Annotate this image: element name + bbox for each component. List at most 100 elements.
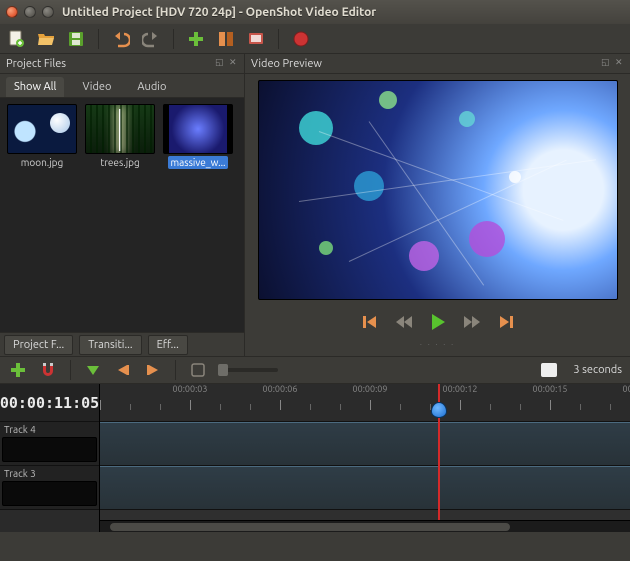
next-marker-button[interactable] <box>143 360 163 380</box>
playhead-timecode: 00:00:11:05 <box>0 384 99 422</box>
ruler-label: 00:00:03 <box>173 384 208 394</box>
skip-end-icon <box>497 313 515 331</box>
tab-transitions[interactable]: Transiti... <box>79 335 141 355</box>
jump-end-button[interactable] <box>496 312 516 332</box>
thumbnail-label: massive_w... <box>168 156 227 169</box>
preview-orb <box>379 91 397 109</box>
ruler-ticks <box>100 400 630 422</box>
preview-orb <box>409 241 439 271</box>
folder-open-icon <box>37 30 55 48</box>
track-label: Track 4 <box>4 424 36 435</box>
import-files-button[interactable] <box>186 29 206 49</box>
preview-orb <box>299 111 333 145</box>
plus-icon <box>187 30 205 48</box>
filter-tab-video[interactable]: Video <box>74 77 119 97</box>
center-playhead-button[interactable] <box>188 360 208 380</box>
skip-start-icon <box>361 313 379 331</box>
toolbar-separator <box>175 360 176 380</box>
timeline-tracks[interactable] <box>100 422 630 520</box>
ruler-label: 00:00:15 <box>533 384 568 394</box>
snapping-toggle[interactable] <box>38 360 58 380</box>
arrow-right-icon <box>145 362 161 378</box>
choose-profile-button[interactable] <box>216 29 236 49</box>
add-marker-button[interactable] <box>83 360 103 380</box>
rewind-button[interactable] <box>394 312 414 332</box>
filter-tab-show-all[interactable]: Show All <box>6 77 64 97</box>
new-project-button[interactable] <box>6 29 26 49</box>
undo-button[interactable] <box>111 29 131 49</box>
scrollbar-thumb[interactable] <box>110 523 510 531</box>
timeline-toolbar: 3 seconds <box>0 356 630 384</box>
filter-tab-audio[interactable]: Audio <box>129 77 174 97</box>
fullscreen-icon <box>247 30 265 48</box>
toolbar-separator <box>98 29 99 49</box>
save-icon <box>67 30 85 48</box>
video-preview-pane: Video Preview ◱ ✕ <box>245 54 630 356</box>
jump-start-button[interactable] <box>360 312 380 332</box>
window-close-button[interactable] <box>6 6 18 18</box>
window-title: Untitled Project [HDV 720 24p] - OpenSho… <box>62 6 376 19</box>
zoom-slider[interactable] <box>218 368 278 372</box>
thumbnail-image <box>7 104 77 154</box>
workspace: Project Files ◱ ✕ Show All Video Audio m… <box>0 54 630 356</box>
fast-forward-icon <box>463 313 481 331</box>
playhead-knob[interactable] <box>431 402 447 418</box>
window-minimize-button[interactable] <box>24 6 36 18</box>
previous-marker-button[interactable] <box>113 360 133 380</box>
play-button[interactable] <box>428 312 448 332</box>
fullscreen-button[interactable] <box>246 29 266 49</box>
project-file-item-selected[interactable]: massive_w... <box>162 104 234 169</box>
add-track-button[interactable] <box>8 360 28 380</box>
main-toolbar <box>0 24 630 54</box>
video-preview-header: Video Preview ◱ ✕ <box>245 54 630 74</box>
zoom-scale-icon <box>541 363 557 377</box>
pane-close-button[interactable]: ✕ <box>229 59 238 68</box>
tab-effects[interactable]: Eff... <box>148 335 188 355</box>
file-new-icon <box>7 30 25 48</box>
track-thumbnail <box>2 481 97 506</box>
thumbnail-image <box>85 104 155 154</box>
timeline-track[interactable] <box>100 466 630 510</box>
video-preview-body <box>245 74 630 340</box>
redo-button[interactable] <box>141 29 161 49</box>
track-header[interactable]: Track 3 <box>0 466 99 510</box>
project-file-item[interactable]: trees.jpg <box>84 104 156 169</box>
play-icon <box>428 312 448 332</box>
timeline-horizontal-scrollbar[interactable] <box>100 520 630 532</box>
center-icon <box>191 363 205 377</box>
rewind-icon <box>395 313 413 331</box>
toolbar-separator <box>278 29 279 49</box>
magnet-icon <box>39 361 57 379</box>
timeline-canvas[interactable]: 00:00:03 00:00:06 00:00:09 00:00:12 00:0… <box>100 384 630 532</box>
ruler-label: 00:00:06 <box>263 384 298 394</box>
project-files-pane: Project Files ◱ ✕ Show All Video Audio m… <box>0 54 245 356</box>
arrow-left-icon <box>115 362 131 378</box>
track-header[interactable]: Track 4 <box>0 422 99 466</box>
preview-orb <box>469 221 505 257</box>
playhead[interactable] <box>438 384 440 520</box>
timeline-ruler[interactable]: 00:00:03 00:00:06 00:00:09 00:00:12 00:0… <box>100 384 630 422</box>
undo-icon <box>112 30 130 48</box>
video-preview-canvas[interactable] <box>258 80 618 300</box>
pane-float-button[interactable]: ◱ <box>215 59 224 68</box>
window-maximize-button[interactable] <box>42 6 54 18</box>
preview-orb <box>354 171 384 201</box>
timeline-track[interactable] <box>100 422 630 466</box>
pane-float-button[interactable]: ◱ <box>601 59 610 68</box>
pane-close-button[interactable]: ✕ <box>615 59 624 68</box>
fast-forward-button[interactable] <box>462 312 482 332</box>
pane-resize-grip[interactable]: · · · · · <box>245 340 630 348</box>
project-files-filter-tabs: Show All Video Audio <box>0 74 244 98</box>
save-project-button[interactable] <box>66 29 86 49</box>
project-file-item[interactable]: moon.jpg <box>6 104 78 169</box>
open-project-button[interactable] <box>36 29 56 49</box>
preview-orb <box>319 241 333 255</box>
zoom-scale-label: 3 seconds <box>573 364 622 376</box>
export-video-button[interactable] <box>291 29 311 49</box>
project-files-list[interactable]: moon.jpg trees.jpg massive_w... <box>0 98 244 332</box>
project-files-header: Project Files ◱ ✕ <box>0 54 244 74</box>
timeline: 00:00:11:05 Track 4 Track 3 00:00:03 00:… <box>0 384 630 532</box>
plus-icon <box>9 361 27 379</box>
marker-down-icon <box>85 362 101 378</box>
tab-project-files[interactable]: Project F... <box>4 335 73 355</box>
